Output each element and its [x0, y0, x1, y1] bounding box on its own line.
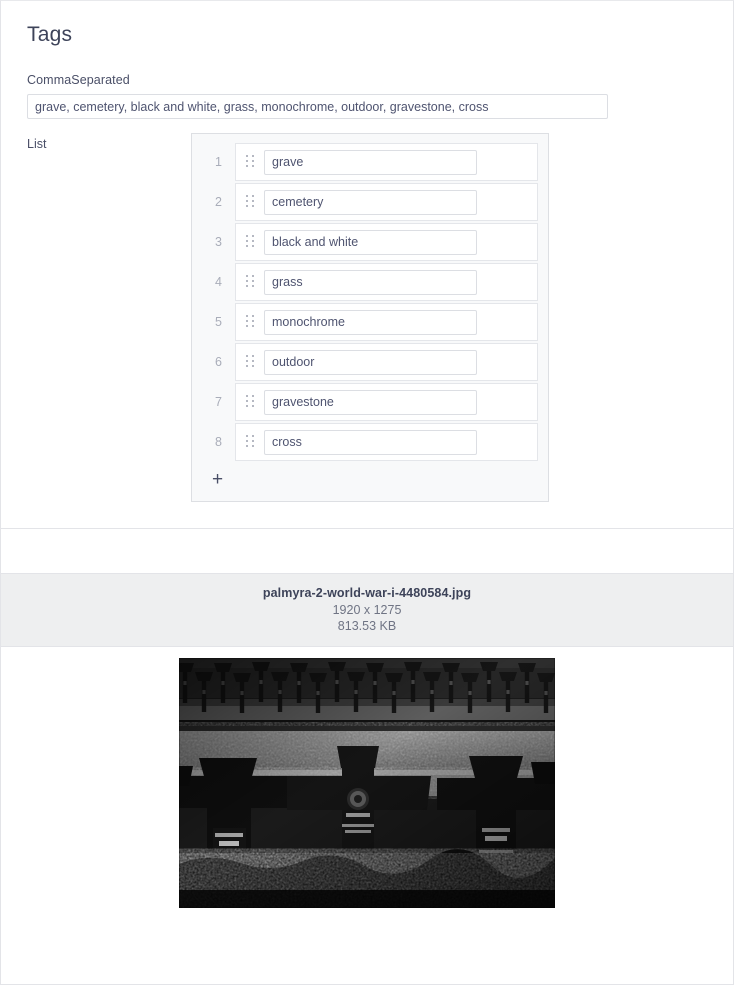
table-row: 7: [202, 383, 538, 421]
tag-input[interactable]: [264, 349, 477, 375]
file-dimensions: 1920 x 1275: [332, 603, 402, 617]
tags-form-panel: Tags CommaSeparated List 1 2: [1, 1, 733, 529]
row-index: 4: [215, 275, 222, 289]
row-index: 3: [215, 235, 222, 249]
row-card: [235, 303, 538, 341]
row-index: 5: [215, 315, 222, 329]
file-size: 813.53 KB: [337, 619, 397, 633]
file-name: palmyra-2-world-war-i-4480584.jpg: [262, 586, 472, 600]
row-card: [235, 223, 538, 261]
table-row: 6: [202, 343, 538, 381]
row-card: [235, 423, 538, 461]
file-info-band: palmyra-2-world-war-i-4480584.jpg 1920 x…: [1, 574, 733, 647]
add-row-container: +: [202, 463, 538, 494]
drag-handle-icon[interactable]: [244, 434, 257, 450]
row-card: [235, 343, 538, 381]
image-preview[interactable]: [179, 658, 555, 908]
tag-list-container: 1 2 3: [191, 133, 549, 502]
row-index: 8: [215, 435, 222, 449]
comma-separated-input[interactable]: [27, 94, 608, 119]
row-index: 2: [215, 195, 222, 209]
list-label: List: [27, 137, 47, 151]
row-card: [235, 183, 538, 221]
row-index: 1: [215, 155, 222, 169]
row-card: [235, 383, 538, 421]
table-row: 2: [202, 183, 538, 221]
drag-handle-icon[interactable]: [244, 274, 257, 290]
table-row: 4: [202, 263, 538, 301]
table-row: 5: [202, 303, 538, 341]
drag-handle-icon[interactable]: [244, 314, 257, 330]
tag-input[interactable]: [264, 429, 477, 455]
add-item-button[interactable]: +: [208, 470, 227, 489]
drag-handle-icon[interactable]: [244, 394, 257, 410]
table-row: 1: [202, 143, 538, 181]
row-index: 6: [215, 355, 222, 369]
table-row: 8: [202, 423, 538, 461]
drag-handle-icon[interactable]: [244, 194, 257, 210]
tag-input[interactable]: [264, 309, 477, 335]
comma-separated-field: CommaSeparated: [27, 73, 707, 119]
page-title: Tags: [27, 23, 73, 46]
tag-input[interactable]: [264, 269, 477, 295]
drag-handle-icon[interactable]: [244, 234, 257, 250]
row-card: [235, 263, 538, 301]
drag-handle-icon[interactable]: [244, 154, 257, 170]
row-card: [235, 143, 538, 181]
list-field: List 1 2 3: [27, 133, 707, 502]
comma-separated-label: CommaSeparated: [27, 73, 130, 87]
image-preview-band: [1, 647, 733, 984]
section-divider: [1, 529, 733, 574]
row-index: 7: [215, 395, 222, 409]
tag-input[interactable]: [264, 229, 477, 255]
drag-handle-icon[interactable]: [244, 354, 257, 370]
tag-input[interactable]: [264, 149, 477, 175]
tag-input[interactable]: [264, 389, 477, 415]
tag-input[interactable]: [264, 189, 477, 215]
table-row: 3: [202, 223, 538, 261]
page-root: Tags CommaSeparated List 1 2: [0, 0, 734, 985]
